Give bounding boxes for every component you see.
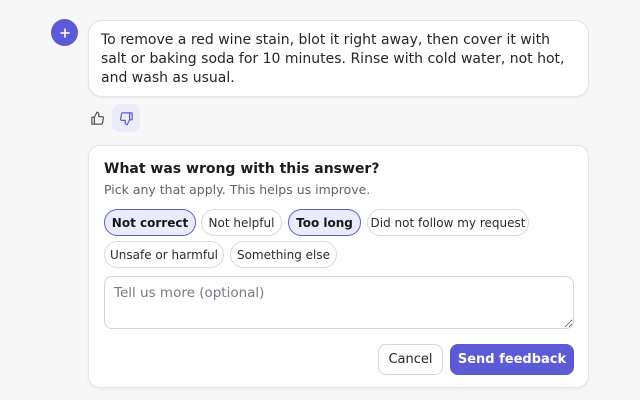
feedback-panel: What was wrong with this answer? Pick an… bbox=[88, 145, 589, 388]
chip-did-not-follow-request[interactable]: Did not follow my request bbox=[367, 209, 529, 236]
thumbs-up-button[interactable] bbox=[83, 104, 111, 132]
assistant-answer: To remove a red wine stain, blot it righ… bbox=[88, 20, 589, 97]
details-textarea[interactable] bbox=[104, 276, 574, 329]
feedback-subtitle: Pick any that apply. This helps us impro… bbox=[104, 182, 371, 197]
send-feedback-button[interactable]: Send feedback bbox=[450, 344, 574, 375]
chip-something-else[interactable]: Something else bbox=[230, 241, 337, 268]
thumbs-up-icon bbox=[90, 111, 104, 125]
feedback-title: What was wrong with this answer? bbox=[104, 161, 380, 177]
thumbs-down-icon bbox=[119, 111, 133, 125]
chip-unsafe-or-harmful[interactable]: Unsafe or harmful bbox=[104, 241, 224, 268]
assistant-avatar bbox=[51, 19, 78, 46]
cancel-button[interactable]: Cancel bbox=[378, 344, 443, 375]
chip-not-correct[interactable]: Not correct bbox=[104, 209, 196, 236]
thumbs-down-button[interactable] bbox=[112, 104, 140, 132]
sparkle-plus-icon bbox=[59, 27, 70, 38]
chip-too-long[interactable]: Too long bbox=[288, 209, 361, 236]
chip-not-helpful[interactable]: Not helpful bbox=[201, 209, 282, 236]
